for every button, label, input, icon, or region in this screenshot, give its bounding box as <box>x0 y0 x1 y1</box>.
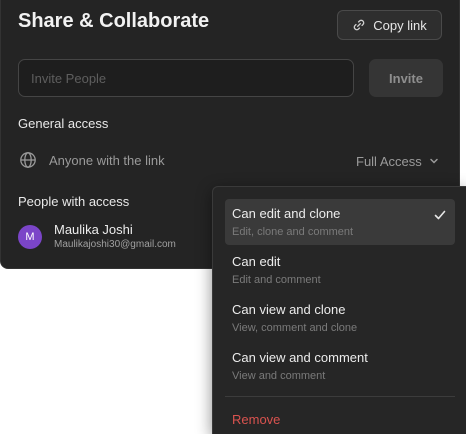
menu-item-can-edit[interactable]: Can edit Edit and comment <box>225 247 455 293</box>
access-level-value: Full Access <box>356 153 422 169</box>
menu-item-label: Can view and comment <box>232 350 368 365</box>
globe-icon <box>20 152 36 168</box>
people-with-access-heading: People with access <box>18 194 130 209</box>
menu-item-can-view-and-comment[interactable]: Can view and comment View and comment <box>225 343 455 389</box>
invite-button[interactable]: Invite <box>369 59 443 97</box>
avatar: M <box>18 225 42 249</box>
remove-access-button[interactable]: Remove <box>225 408 455 432</box>
link-icon <box>353 19 365 31</box>
menu-item-label: Can edit and clone <box>232 206 341 221</box>
invite-people-input[interactable] <box>18 59 354 97</box>
menu-item-label: Can edit <box>232 254 281 269</box>
menu-item-can-view-and-clone[interactable]: Can view and clone View, comment and clo… <box>225 295 455 341</box>
remove-label: Remove <box>232 412 281 427</box>
general-access-link-text: Anyone with the link <box>49 153 165 168</box>
menu-item-description: Edit and comment <box>232 274 321 286</box>
access-level-select[interactable]: Full Access <box>356 151 439 171</box>
checkmark-icon <box>434 210 446 220</box>
user-name: Maulika Joshi <box>54 222 133 237</box>
dialog-title: Share & Collaborate <box>18 10 210 32</box>
copy-link-label: Copy link <box>373 17 427 33</box>
chevron-down-icon <box>430 158 438 164</box>
menu-divider <box>225 396 455 397</box>
menu-item-label: Can view and clone <box>232 302 346 317</box>
menu-item-description: Edit, clone and comment <box>232 226 354 238</box>
menu-item-can-edit-and-clone[interactable]: Can edit and clone Edit, clone and comme… <box>225 199 455 245</box>
permission-dropdown-menu: Can edit and clone Edit, clone and comme… <box>212 186 466 434</box>
menu-item-description: View and comment <box>232 370 326 382</box>
menu-item-description: View, comment and clone <box>232 322 358 334</box>
user-email: Maulikajoshi30@gmail.com <box>54 239 176 250</box>
copy-link-button[interactable]: Copy link <box>337 10 442 40</box>
general-access-heading: General access <box>18 116 109 131</box>
